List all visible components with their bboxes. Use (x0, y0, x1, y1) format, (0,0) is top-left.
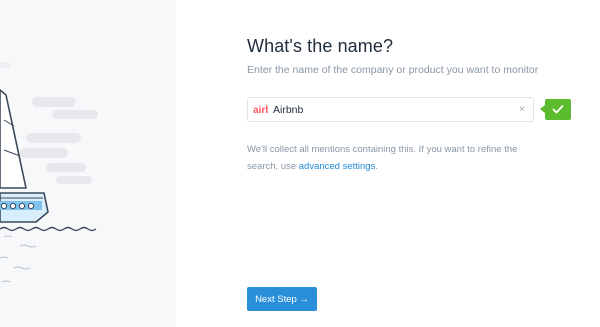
helper-text: We'll collect all mentions containing th… (247, 141, 537, 175)
airbnb-logo-icon: airbnb (253, 103, 284, 116)
helper-text-after: . (375, 161, 378, 172)
svg-text:airbnb: airbnb (253, 105, 268, 116)
main-content: What's the name? Enter the name of the c… (176, 0, 600, 327)
company-name-field[interactable]: airbnb × (247, 97, 534, 122)
checkmark-icon (552, 105, 564, 114)
next-step-button[interactable]: Next Step → (247, 287, 317, 311)
valid-badge (540, 99, 571, 120)
advanced-settings-link[interactable]: advanced settings (299, 161, 376, 172)
company-name-input[interactable] (273, 102, 513, 118)
page-subtitle: Enter the name of the company or product… (247, 64, 539, 76)
close-icon[interactable]: × (519, 105, 525, 115)
sailboat-illustration (0, 62, 98, 283)
helper-text-before: We'll collect all mentions containing th… (247, 144, 518, 172)
illustration-panel (0, 0, 176, 327)
page-title: What's the name? (247, 36, 394, 56)
